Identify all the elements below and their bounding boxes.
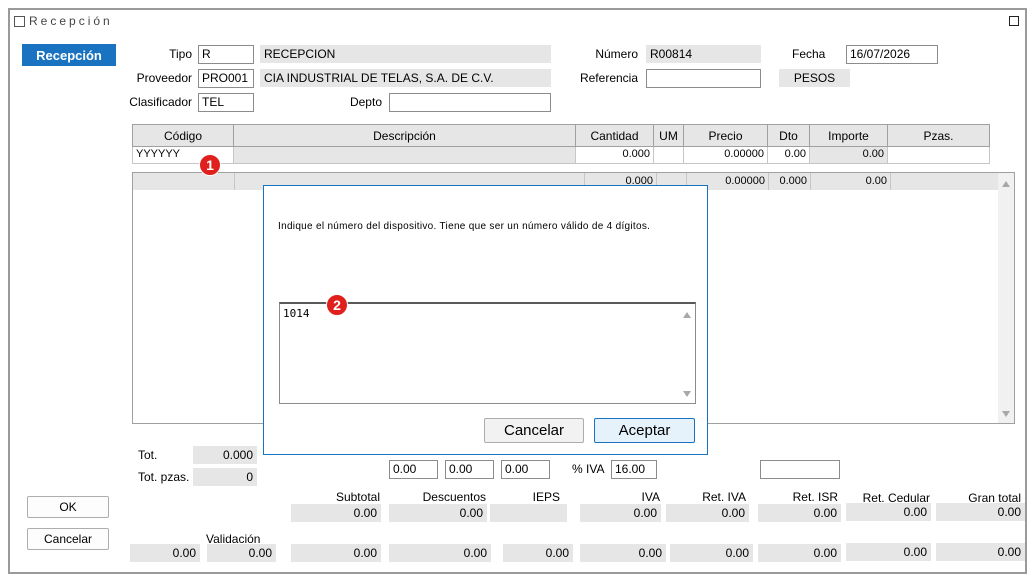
ret-cedular-value-2: 0.00 [846,543,931,561]
recepcion-window: Recepción Recepción Tipo R RECEPCION Núm… [8,8,1027,574]
list-scrollbar[interactable] [998,173,1014,423]
factor-field-3[interactable]: 0.00 [501,460,550,479]
iva-value: 0.00 [580,504,661,522]
ok-button[interactable]: OK [27,496,109,518]
scroll-down-icon[interactable] [1002,411,1010,417]
subtotal-value: 0.00 [291,504,381,522]
entry-descripcion [234,147,576,164]
ret-isr-label: Ret. ISR [792,490,838,504]
ret-isr-value: 0.00 [758,504,841,522]
ieps-label: IEPS [532,490,560,504]
maximize-icon[interactable] [1009,16,1019,26]
gran-total-value: 0.00 [936,503,1025,521]
ret-iva-value-2: 0.00 [670,544,753,562]
device-number-value[interactable]: 1014 [283,307,310,320]
iva-label: IVA [641,490,660,504]
col-precio[interactable]: Precio [684,124,768,147]
dialog-accept-button[interactable]: Aceptar [594,418,695,443]
scroll-up-icon[interactable] [683,312,691,318]
validacion-value: 0.00 [207,544,276,562]
entry-precio[interactable]: 0.00000 [684,147,768,164]
iva-pct-field[interactable]: 16.00 [611,460,657,479]
proveedor-label: Proveedor [136,71,192,85]
col-cantidad[interactable]: Cantidad [576,124,654,147]
ieps-value-2: 0.00 [503,544,573,562]
ret-cedular-value: 0.00 [846,503,931,521]
proveedor-code-field[interactable]: PRO001 [198,69,254,88]
col-um[interactable]: UM [654,124,684,147]
col-importe[interactable]: Importe [810,124,888,147]
recepcion-section-button[interactable]: Recepción [22,44,116,66]
window-title-text: Recepción [29,14,113,28]
entry-pzas[interactable] [888,147,990,164]
window-title: Recepción [14,14,113,28]
cancel-button[interactable]: Cancelar [27,528,109,550]
ret-isr-value-2: 0.00 [758,544,841,562]
col-descripcion[interactable]: Descripción [234,124,576,147]
scroll-down-icon[interactable] [683,391,691,397]
descuentos-value-2: 0.00 [389,544,491,562]
tot-label: Tot. [138,448,158,462]
subtotal-value-2: 0.00 [291,544,381,562]
entry-dto[interactable]: 0.00 [768,147,810,164]
list-importe: 0.00 [811,173,891,190]
referencia-field[interactable] [646,69,761,88]
factor-field-2[interactable]: 0.00 [445,460,494,479]
depto-field[interactable] [389,93,551,112]
entry-row: YYYYYY 0.000 0.00000 0.00 0.00 [132,147,990,164]
gran-total-value-2: 0.00 [936,543,1025,561]
callout-badge-1: 1 [199,154,221,176]
fecha-field[interactable]: 16/07/2026 [846,45,938,64]
clasificador-label: Clasificador [129,95,192,109]
tipo-label: Tipo [169,47,192,61]
clasificador-code-field[interactable]: TEL [198,93,254,112]
ieps-value [490,504,567,522]
left-value-1: 0.00 [130,544,200,562]
factor-field-1[interactable]: 0.00 [389,460,438,479]
depto-label: Depto [349,95,382,109]
ret-iva-label: Ret. IVA [702,490,746,504]
moneda-badge: PESOS [779,69,850,87]
iva-value-2: 0.00 [580,544,666,562]
col-codigo[interactable]: Código [132,124,234,147]
device-number-dialog: Indique el número del dispositivo. Tiene… [263,185,708,455]
tot-pzas-value: 0 [193,468,257,486]
grid-header: Código Descripción Cantidad UM Precio Dt… [132,124,990,147]
scroll-up-icon[interactable] [1002,181,1010,187]
entry-importe: 0.00 [810,147,888,164]
dialog-scrollbar[interactable] [679,304,695,403]
entry-cantidad[interactable]: 0.000 [576,147,654,164]
dialog-message: Indique el número del dispositivo. Tiene… [278,221,651,232]
callout-badge-2: 2 [326,294,348,316]
checkbox-icon[interactable] [14,15,25,27]
descuentos-value: 0.00 [389,504,487,522]
fecha-label: Fecha [792,47,826,61]
list-dto: 0.000 [769,173,811,190]
tipo-description: RECEPCION [260,45,551,63]
descuentos-label: Descuentos [422,490,486,504]
tipo-code-field[interactable]: R [198,45,254,64]
entry-um[interactable] [654,147,684,164]
iva-pct-label: % IVA [572,462,605,476]
numero-label: Número [595,47,638,61]
tot-pzas-label: Tot. pzas. [138,470,190,484]
extra-field[interactable] [760,460,840,479]
referencia-label: Referencia [579,71,638,85]
proveedor-description: CIA INDUSTRIAL DE TELAS, S.A. DE C.V. [260,69,551,87]
subtotal-label: Subtotal [335,490,380,504]
tot-value: 0.000 [193,446,257,464]
dialog-cancel-button[interactable]: Cancelar [484,418,584,443]
numero-value: R00814 [646,45,761,63]
col-dto[interactable]: Dto [768,124,810,147]
col-pzas[interactable]: Pzas. [888,124,990,147]
ret-iva-value: 0.00 [666,504,749,522]
device-number-input[interactable]: 1014 [279,302,696,404]
